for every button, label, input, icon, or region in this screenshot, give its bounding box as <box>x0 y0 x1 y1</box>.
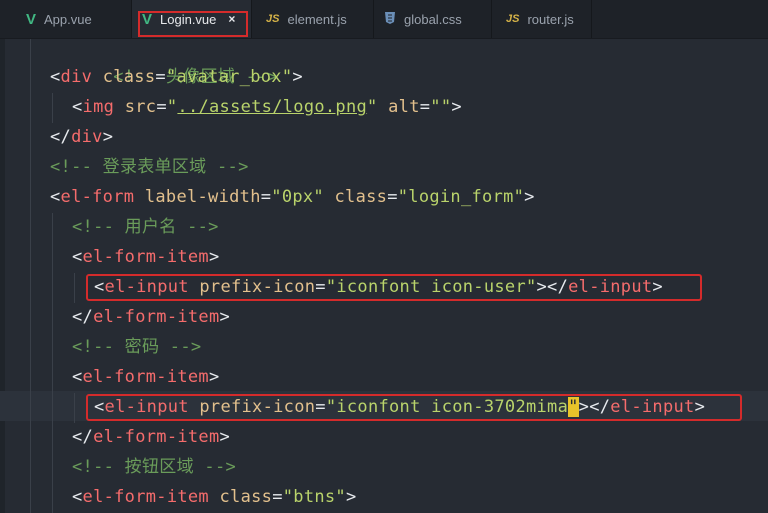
code-attr: class <box>334 187 388 207</box>
code-attr: label-width <box>144 187 261 207</box>
tab-label: global.css <box>404 11 462 27</box>
code-attr: class <box>219 487 273 507</box>
code-editor-window: V App.vue V Login.vue × JS element.js gl… <box>0 0 768 513</box>
code-tag: el-form-item <box>82 487 209 507</box>
code-line: <el-form-item class="btns"> <box>72 487 357 507</box>
code-tag: div <box>71 127 103 147</box>
code-line: <div class="avatar_box"> <box>50 67 303 87</box>
tab-label: router.js <box>527 11 574 27</box>
code-tag: el-form-item <box>82 367 209 387</box>
code-tag: el-input <box>104 397 189 417</box>
code-tag: el-form <box>60 187 135 207</box>
js-file-icon: JS <box>506 13 520 25</box>
code-tag: el-input <box>568 277 653 297</box>
code-string: "avatar_box" <box>165 67 293 87</box>
code-tag: el-form-item <box>82 247 209 267</box>
tab-label: App.vue <box>44 11 92 27</box>
code-string: "iconfont icon-3702mima <box>325 397 569 417</box>
code-tag: el-form-item <box>93 307 220 327</box>
code-line: </el-form-item> <box>72 307 231 327</box>
code-comment: <!-- 按钮区域 --> <box>72 457 237 477</box>
code-tag: img <box>82 97 115 117</box>
code-attr: class <box>102 67 156 87</box>
js-file-icon: JS <box>266 13 280 25</box>
code-string: " <box>166 97 178 117</box>
code-line: <!-- 头像区域 --> <box>50 32 277 87</box>
code-tag: el-input <box>610 397 695 417</box>
code-attr: prefix-icon <box>199 277 316 297</box>
text-cursor: " <box>568 397 579 417</box>
code-string: "" <box>430 97 452 117</box>
code-line: </div> <box>50 127 114 147</box>
code-line: <el-form-item> <box>72 367 220 387</box>
code-line: <el-form-item> <box>72 247 220 267</box>
code-path-link[interactable]: ../assets/logo.png <box>177 97 367 117</box>
tab-label: element.js <box>287 11 347 27</box>
tab-label: Login.vue <box>160 11 217 27</box>
code-line: <!-- 登录表单区域 --> <box>50 152 249 182</box>
code-area[interactable]: <!-- 头像区域 --> <div class="avatar_box"> <… <box>0 39 768 513</box>
code-comment: <!-- 密码 --> <box>72 337 202 357</box>
code-tag: el-form-item <box>93 427 220 447</box>
code-string: "iconfont icon-user" <box>325 277 537 297</box>
code-string: "login_form" <box>397 187 525 207</box>
gutter <box>0 39 5 513</box>
code-attr: alt <box>388 97 420 117</box>
css-file-icon <box>384 11 396 28</box>
indent-guide <box>52 213 53 513</box>
code-comment: <!-- 登录表单区域 --> <box>50 157 249 177</box>
code-tag: el-input <box>104 277 189 297</box>
code-attr: prefix-icon <box>199 397 316 417</box>
code-string: "btns" <box>282 487 346 507</box>
code-line: </el-form-item> <box>72 427 231 447</box>
code-comment: <!-- 用户名 --> <box>72 217 219 237</box>
tab-router-js[interactable]: JS router.js <box>492 0 592 38</box>
close-icon[interactable]: × <box>228 12 235 26</box>
indent-guide <box>74 273 75 303</box>
code-line: <el-input prefix-icon="iconfont icon-370… <box>94 397 706 417</box>
vue-file-icon: V <box>142 10 153 28</box>
css-shield-icon <box>385 11 395 24</box>
indent-guide <box>30 39 31 513</box>
code-line: <img src="../assets/logo.png" alt=""> <box>72 97 462 117</box>
code-line: <!-- 用户名 --> <box>72 212 219 242</box>
code-line: <el-input prefix-icon="iconfont icon-use… <box>94 277 663 297</box>
code-line: <!-- 密码 --> <box>72 332 201 362</box>
code-tag: div <box>60 67 93 87</box>
vue-file-icon: V <box>26 10 37 28</box>
code-string: " <box>367 97 378 117</box>
tab-global-css[interactable]: global.css <box>374 0 492 38</box>
code-attr: src <box>124 97 157 117</box>
code-line: <!-- 按钮区域 --> <box>72 452 236 482</box>
code-string: "0px" <box>271 187 324 207</box>
indent-guide <box>74 393 75 423</box>
code-line: <el-form label-width="0px" class="login_… <box>50 187 535 207</box>
